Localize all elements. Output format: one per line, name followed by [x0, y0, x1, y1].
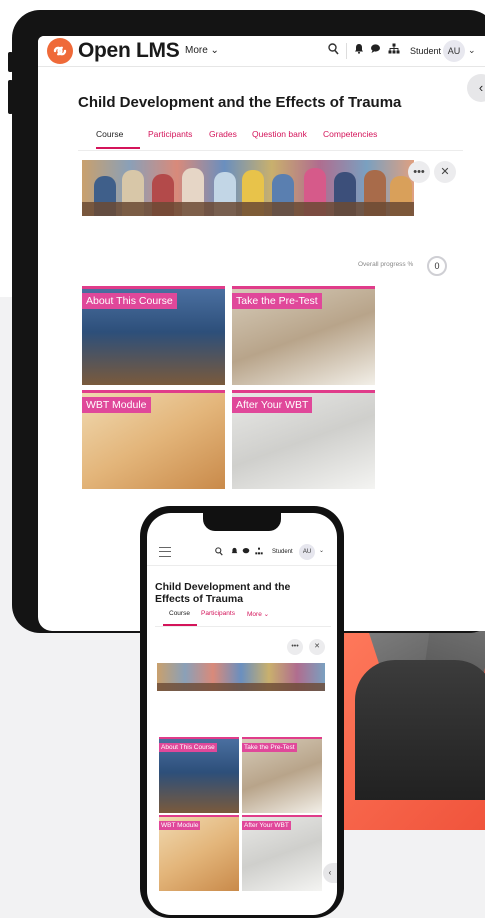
- tab-competencies[interactable]: Competencies: [323, 129, 377, 139]
- chat-icon[interactable]: [242, 547, 250, 557]
- tab-more[interactable]: More ⌄: [247, 610, 269, 618]
- open-lms-logo-icon[interactable]: [47, 38, 73, 64]
- course-banner-image: [82, 160, 414, 216]
- avatar[interactable]: AU: [299, 544, 315, 560]
- tab-participants[interactable]: Participants: [201, 610, 235, 617]
- bell-icon[interactable]: [231, 547, 238, 557]
- card-label: After Your WBT: [232, 397, 313, 413]
- org-chart-icon[interactable]: [388, 43, 400, 58]
- activity-card-after-wbt[interactable]: After Your WBT: [242, 815, 322, 891]
- chevron-left-icon[interactable]: ‹: [323, 863, 337, 883]
- tab-grades[interactable]: Grades: [209, 129, 237, 139]
- tablet-side-button: [8, 52, 13, 72]
- hamburger-menu-icon[interactable]: [159, 547, 171, 557]
- page-title: Child Development and the Effects of Tra…: [155, 581, 291, 605]
- tab-course[interactable]: Course: [169, 610, 190, 617]
- progress-label: Overall progress %: [358, 261, 414, 268]
- close-icon[interactable]: ✕: [309, 639, 325, 655]
- brand-name[interactable]: Open LMS: [78, 39, 180, 63]
- page-title: Child Development and the Effects of Tra…: [78, 94, 402, 111]
- tab-question-bank[interactable]: Question bank: [252, 129, 307, 139]
- card-label: WBT Module: [82, 397, 151, 413]
- card-label: About This Course: [82, 293, 177, 309]
- avatar[interactable]: AU: [443, 40, 465, 62]
- phone-device: Student AU ⌄ Child Development and the E…: [140, 506, 344, 918]
- activity-card-wbt-module[interactable]: WBT Module: [82, 390, 225, 489]
- divider: [78, 150, 463, 151]
- navbar-divider: [346, 43, 347, 59]
- activity-card-wbt-module[interactable]: WBT Module: [159, 815, 239, 891]
- org-chart-icon[interactable]: [255, 547, 263, 557]
- active-tab-indicator: [96, 147, 140, 149]
- user-name[interactable]: Student: [272, 549, 293, 555]
- card-label: WBT Module: [159, 821, 201, 830]
- user-name[interactable]: Student: [410, 46, 441, 56]
- more-options-icon[interactable]: •••: [408, 161, 430, 183]
- progress-indicator: 0: [427, 256, 447, 276]
- tablet-side-button: [8, 80, 13, 114]
- activity-card-pretest[interactable]: Take the Pre-Test: [242, 737, 322, 813]
- chevron-left-icon[interactable]: ‹: [467, 74, 485, 102]
- activity-card-about[interactable]: About This Course: [159, 737, 239, 813]
- search-icon[interactable]: [215, 547, 223, 558]
- tab-course[interactable]: Course: [96, 129, 123, 139]
- tab-participants[interactable]: Participants: [148, 129, 192, 139]
- activity-card-pretest[interactable]: Take the Pre-Test: [232, 286, 375, 385]
- card-label: About This Course: [159, 743, 217, 752]
- phone-screen: Student AU ⌄ Child Development and the E…: [147, 513, 337, 915]
- activity-card-after-wbt[interactable]: After Your WBT: [232, 390, 375, 489]
- more-menu[interactable]: More ⌄: [185, 45, 219, 56]
- close-icon[interactable]: ✕: [434, 161, 456, 183]
- chat-icon[interactable]: [370, 43, 381, 58]
- search-icon[interactable]: [328, 43, 339, 59]
- top-navbar: Open LMS More ⌄ Student AU ⌄: [38, 36, 485, 67]
- chevron-down-icon[interactable]: ⌄: [468, 45, 476, 56]
- more-options-icon[interactable]: •••: [287, 639, 303, 655]
- card-label: After Your WBT: [242, 821, 291, 830]
- course-banner-image: [157, 663, 325, 691]
- card-label: Take the Pre-Test: [232, 293, 322, 309]
- card-label: Take the Pre-Test: [242, 743, 297, 752]
- phone-notch: [203, 513, 281, 531]
- chevron-down-icon[interactable]: ⌄: [319, 547, 324, 554]
- activity-card-about[interactable]: About This Course: [82, 286, 225, 385]
- bell-icon[interactable]: [354, 43, 364, 58]
- divider: [155, 626, 331, 627]
